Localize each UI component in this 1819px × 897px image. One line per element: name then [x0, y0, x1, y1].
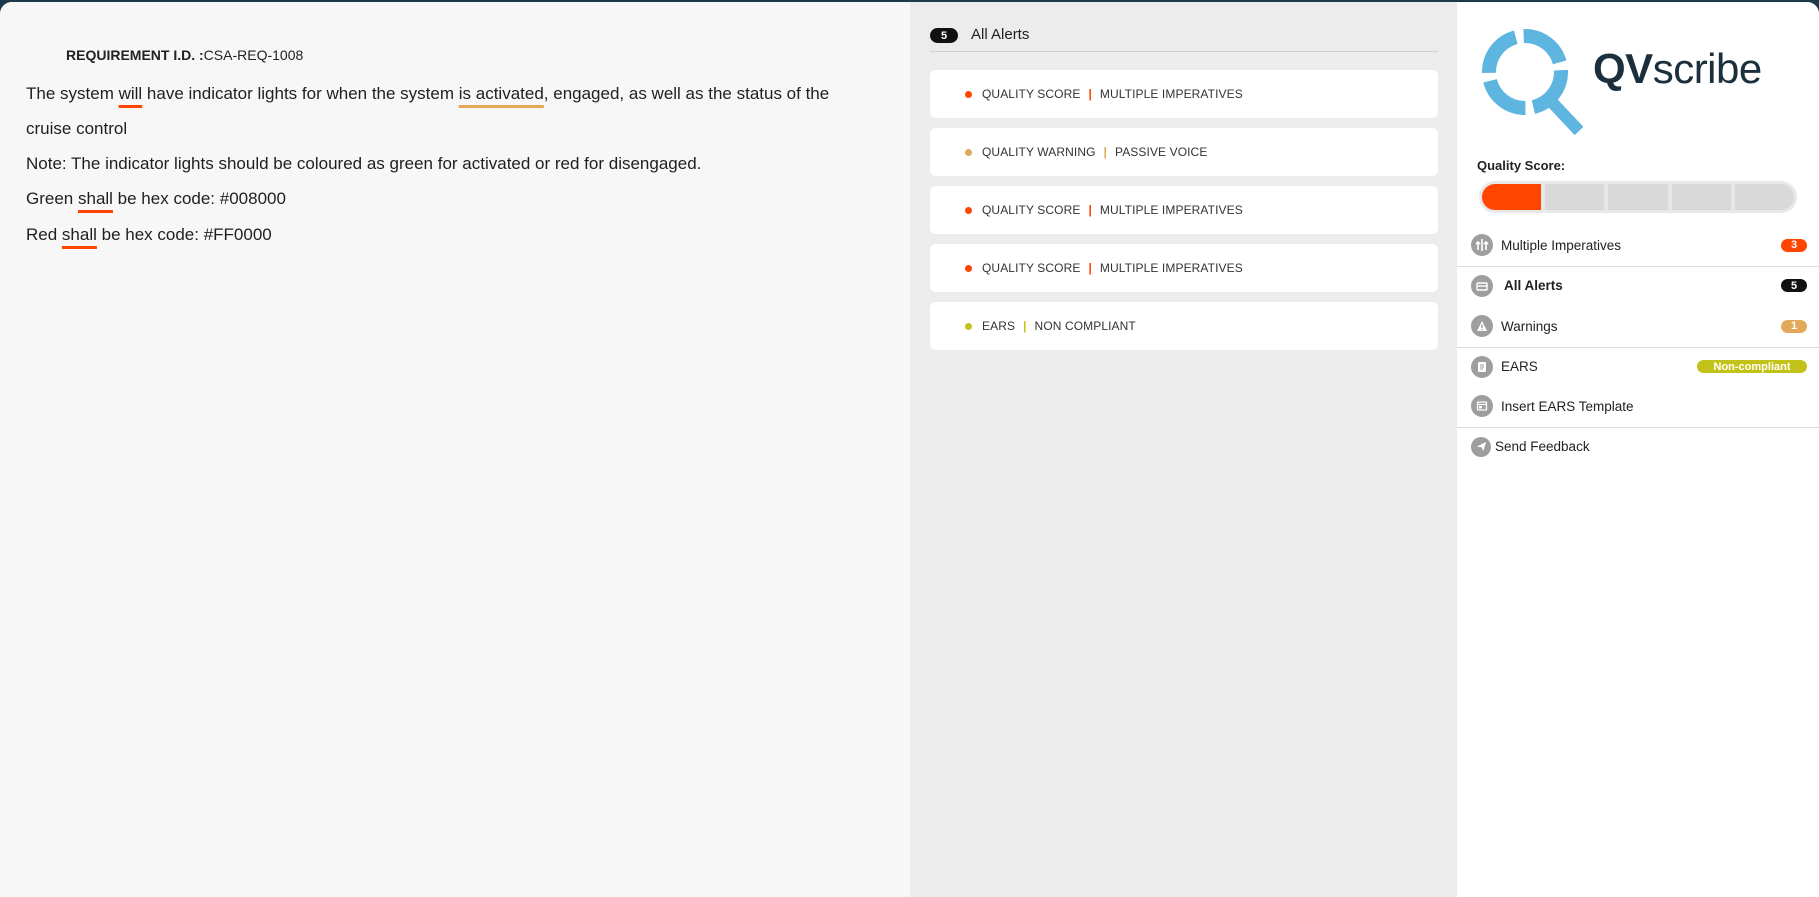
sidebar-item-label: Send Feedback [1495, 439, 1590, 454]
red-paragraph[interactable]: Red shall be hex code: #FF0000 [26, 217, 272, 252]
alert-card[interactable]: QUALITY SCORE | MULTIPLE IMPERATIVES [930, 186, 1438, 234]
alert-card[interactable]: QUALITY SCORE | MULTIPLE IMPERATIVES [930, 70, 1438, 118]
text-run: Note: The indicator lights should be col… [26, 154, 702, 173]
severity-dot [965, 206, 972, 214]
passive-voice-highlight[interactable]: is activated [459, 84, 544, 103]
quality-score-segment [1671, 184, 1731, 210]
sidebar-item-label: EARS [1501, 359, 1538, 374]
multiple-imperatives-icon [1471, 234, 1493, 256]
sidebar-item-ears[interactable]: EARS Non-compliant [1457, 347, 1819, 385]
severity-dot [965, 90, 972, 98]
send-icon [1471, 436, 1491, 457]
quality-score-segment [1608, 184, 1668, 210]
sidebar-item-all-alerts[interactable]: All Alerts 5 [1457, 266, 1819, 304]
text-run: Green [26, 189, 78, 208]
severity-dot [965, 322, 972, 330]
text-run: be hex code: #FF0000 [96, 225, 272, 244]
alert-issue: NON COMPLIANT [1034, 319, 1136, 333]
alert-separator: | [1103, 145, 1107, 159]
sidebar-item-label: All Alerts [1504, 278, 1563, 293]
green-paragraph[interactable]: Green shall be hex code: #008000 [26, 181, 286, 216]
imperative-highlight[interactable]: shall [78, 189, 113, 208]
text-run: have indicator lights for when the syste… [142, 84, 459, 103]
text-run: The system [26, 84, 119, 103]
text-run: be hex code: #008000 [112, 189, 286, 208]
logo-wordmark: QVscribe [1593, 45, 1762, 92]
count-badge: 3 [1781, 238, 1807, 252]
alert-category: QUALITY SCORE [982, 203, 1081, 217]
text-run: Red [26, 225, 62, 244]
sidebar-item-send-feedback[interactable]: Send Feedback [1457, 427, 1819, 465]
warning-icon [1471, 315, 1493, 337]
imperative-highlight[interactable]: will [119, 84, 143, 103]
sidebar-item-multiple-imperatives[interactable]: Multiple Imperatives 3 [1457, 226, 1819, 264]
requirement-id-value: CSA-REQ-1008 [203, 47, 304, 63]
inbox-icon [1471, 274, 1493, 297]
magnifier-logo-icon [1482, 29, 1584, 136]
alert-card[interactable]: QUALITY SCORE | MULTIPLE IMPERATIVES [930, 244, 1438, 292]
alert-separator: | [1088, 261, 1092, 275]
alert-category: QUALITY WARNING [982, 145, 1096, 159]
count-badge: 5 [1781, 279, 1807, 292]
note-paragraph[interactable]: Note: The indicator lights should be col… [26, 146, 701, 181]
qvscribe-logo: QVscribe [1473, 27, 1763, 137]
sidebar-item-warnings[interactable]: Warnings 1 [1457, 307, 1819, 345]
sidebar-item-label: Multiple Imperatives [1501, 237, 1622, 253]
qvscribe-sidebar: QVscribe Quality Score: Multiple Imperat… [1457, 2, 1819, 897]
sidebar-item-insert-ears-template[interactable]: Insert EARS Template [1457, 387, 1819, 425]
alerts-count-badge: 5 [930, 28, 958, 43]
alerts-pane: 5 All Alerts QUALITY SCORE | MULTIPLE IM… [910, 2, 1457, 897]
alert-issue: MULTIPLE IMPERATIVES [1099, 203, 1243, 217]
document-pane[interactable]: REQUIREMENT I.D. :CSA-REQ-1008 The syste… [0, 2, 910, 897]
requirement-id-label: REQUIREMENT I.D. : [66, 47, 204, 63]
quality-score-segment [1545, 184, 1605, 210]
app-window: REQUIREMENT I.D. :CSA-REQ-1008 The syste… [0, 2, 1819, 897]
quality-score-label: Quality Score: [1477, 158, 1566, 173]
sidebar-item-label: Warnings [1501, 318, 1558, 334]
document-icon [1471, 355, 1493, 378]
alert-issue: PASSIVE VOICE [1114, 145, 1208, 159]
alert-separator: | [1088, 203, 1092, 217]
alert-issue: MULTIPLE IMPERATIVES [1099, 261, 1243, 275]
severity-dot [965, 148, 972, 156]
severity-dot [965, 264, 972, 272]
ears-status-badge: Non-compliant [1697, 360, 1807, 373]
alert-category: QUALITY SCORE [982, 87, 1081, 101]
alert-card[interactable]: QUALITY WARNING | PASSIVE VOICE [930, 128, 1438, 176]
alert-separator: | [1088, 87, 1092, 101]
alert-card[interactable]: EARS | NON COMPLIANT [930, 302, 1438, 350]
alert-separator: | [1023, 319, 1027, 333]
quality-score-segment [1482, 184, 1542, 210]
alerts-header: 5 All Alerts [930, 20, 1438, 52]
alerts-title: All Alerts [971, 26, 1030, 43]
requirement-paragraph[interactable]: The system will have indicator lights fo… [26, 76, 866, 146]
requirement-id: REQUIREMENT I.D. :CSA-REQ-1008 [66, 47, 303, 63]
template-icon [1471, 395, 1493, 417]
sidebar-item-label: Insert EARS Template [1501, 398, 1634, 414]
alert-category: QUALITY SCORE [982, 261, 1081, 275]
quality-score-bar [1479, 181, 1797, 213]
count-badge: 1 [1781, 319, 1807, 333]
alert-category: EARS [982, 319, 1016, 333]
quality-score-segment [1734, 184, 1795, 210]
alert-issue: MULTIPLE IMPERATIVES [1099, 87, 1243, 101]
imperative-highlight[interactable]: shall [62, 225, 97, 244]
